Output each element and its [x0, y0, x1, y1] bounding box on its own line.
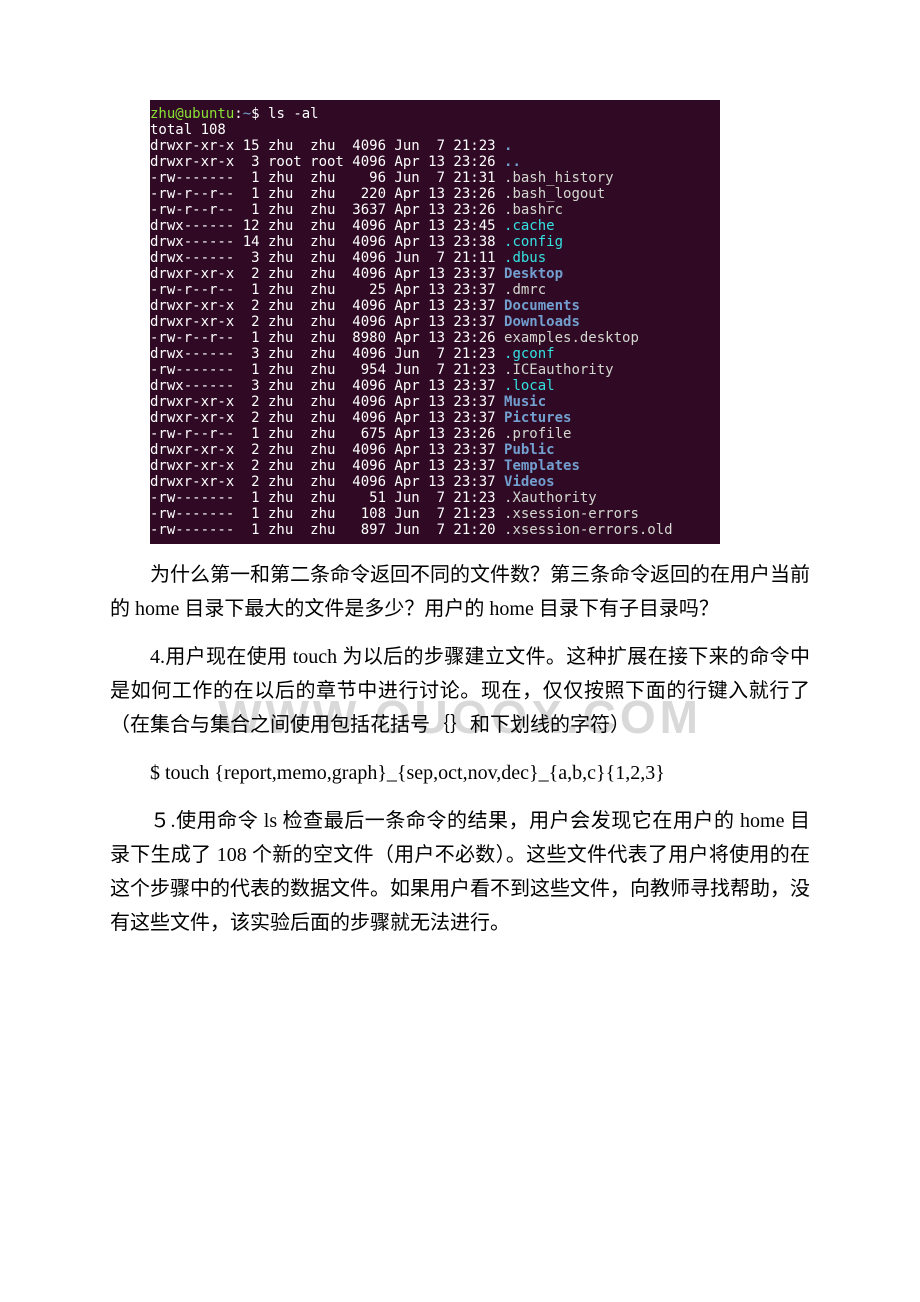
file-name: .cache: [504, 218, 555, 234]
ls-row: drwxr-xr-x 2 zhu zhu 4096 Apr 13 23:37 T…: [150, 458, 720, 474]
ls-row: drwxr-xr-x 2 zhu zhu 4096 Apr 13 23:37 P…: [150, 410, 720, 426]
ls-row: -rw-r--r-- 1 zhu zhu 220 Apr 13 23:26 .b…: [150, 186, 720, 202]
typed-command: ls -al: [268, 106, 319, 122]
ls-row: -rw------- 1 zhu zhu 954 Jun 7 21:23 .IC…: [150, 362, 720, 378]
ls-row: drwxr-xr-x 2 zhu zhu 4096 Apr 13 23:37 M…: [150, 394, 720, 410]
file-name: .bash_logout: [504, 186, 605, 202]
touch-command: $ touch {report,memo,graph}_{sep,oct,nov…: [110, 756, 810, 790]
file-name: examples.desktop: [504, 330, 639, 346]
file-name: .xsession-errors: [504, 506, 639, 522]
step5-paragraph: ５.使用命令 ls 检查最后一条命令的结果，用户会发现它在用户的 home 目录…: [110, 804, 810, 940]
ls-row: drwxr-xr-x 2 zhu zhu 4096 Apr 13 23:37 D…: [150, 314, 720, 330]
file-name: Documents: [504, 298, 580, 314]
file-name: ..: [504, 154, 521, 170]
ls-row: drwx------ 3 zhu zhu 4096 Apr 13 23:37 .…: [150, 378, 720, 394]
ls-row: drwxr-xr-x 2 zhu zhu 4096 Apr 13 23:37 V…: [150, 474, 720, 490]
step4-paragraph: 4.用户现在使用 touch 为以后的步骤建立文件。这种扩展在接下来的命令中是如…: [110, 640, 810, 742]
ls-row: drwx------ 3 zhu zhu 4096 Jun 7 21:11 .d…: [150, 250, 720, 266]
file-name: .config: [504, 234, 563, 250]
file-name: .: [504, 138, 512, 154]
ls-row: -rw-r--r-- 1 zhu zhu 675 Apr 13 23:26 .p…: [150, 426, 720, 442]
file-name: .xsession-errors.old: [504, 522, 673, 538]
ls-row: drwx------ 14 zhu zhu 4096 Apr 13 23:38 …: [150, 234, 720, 250]
ls-row: -rw------- 1 zhu zhu 108 Jun 7 21:23 .xs…: [150, 506, 720, 522]
ls-row: drwx------ 3 zhu zhu 4096 Jun 7 21:23 .g…: [150, 346, 720, 362]
file-name: .ICEauthority: [504, 362, 614, 378]
file-name: .profile: [504, 426, 571, 442]
file-name: Videos: [504, 474, 555, 490]
total-line: total 108: [150, 122, 720, 138]
terminal-output: zhu@ubuntu:~$ ls -al total 108 drwxr-xr-…: [150, 100, 720, 544]
file-name: .dmrc: [504, 282, 546, 298]
ls-row: -rw-r--r-- 1 zhu zhu 8980 Apr 13 23:26 e…: [150, 330, 720, 346]
file-name: .bashrc: [504, 202, 563, 218]
ls-row: drwxr-xr-x 3 root root 4096 Apr 13 23:26…: [150, 154, 720, 170]
file-name: .local: [504, 378, 555, 394]
file-name: .gconf: [504, 346, 555, 362]
prompt-sym: $: [251, 106, 268, 122]
ls-row: drwxr-xr-x 2 zhu zhu 4096 Apr 13 23:37 D…: [150, 266, 720, 282]
ls-row: drwxr-xr-x 2 zhu zhu 4096 Apr 13 23:37 D…: [150, 298, 720, 314]
ls-row: -rw------- 1 zhu zhu 51 Jun 7 21:23 .Xau…: [150, 490, 720, 506]
file-name: Music: [504, 394, 546, 410]
file-name: .bash_history: [504, 170, 614, 186]
ls-row: drwxr-xr-x 2 zhu zhu 4096 Apr 13 23:37 P…: [150, 442, 720, 458]
ls-row: -rw-r--r-- 1 zhu zhu 3637 Apr 13 23:26 .…: [150, 202, 720, 218]
ls-row: -rw-r--r-- 1 zhu zhu 25 Apr 13 23:37 .dm…: [150, 282, 720, 298]
prompt-path: ~: [243, 106, 251, 122]
file-name: Desktop: [504, 266, 563, 282]
ls-row: -rw------- 1 zhu zhu 96 Jun 7 21:31 .bas…: [150, 170, 720, 186]
ls-row: drwxr-xr-x 15 zhu zhu 4096 Jun 7 21:23 .: [150, 138, 720, 154]
question-paragraph: 为什么第一和第二条命令返回不同的文件数？第三条命令返回的在用户当前的 home …: [110, 558, 810, 626]
prompt-line: zhu@ubuntu:~$ ls -al: [150, 106, 720, 122]
file-name: Pictures: [504, 410, 571, 426]
file-name: Public: [504, 442, 555, 458]
prompt-user: zhu@ubuntu: [150, 106, 234, 122]
file-name: .Xauthority: [504, 490, 597, 506]
file-name: Templates: [504, 458, 580, 474]
ls-row: -rw------- 1 zhu zhu 897 Jun 7 21:20 .xs…: [150, 522, 720, 538]
ls-row: drwx------ 12 zhu zhu 4096 Apr 13 23:45 …: [150, 218, 720, 234]
file-name: .dbus: [504, 250, 546, 266]
file-name: Downloads: [504, 314, 580, 330]
prompt-sep: :: [234, 106, 242, 122]
